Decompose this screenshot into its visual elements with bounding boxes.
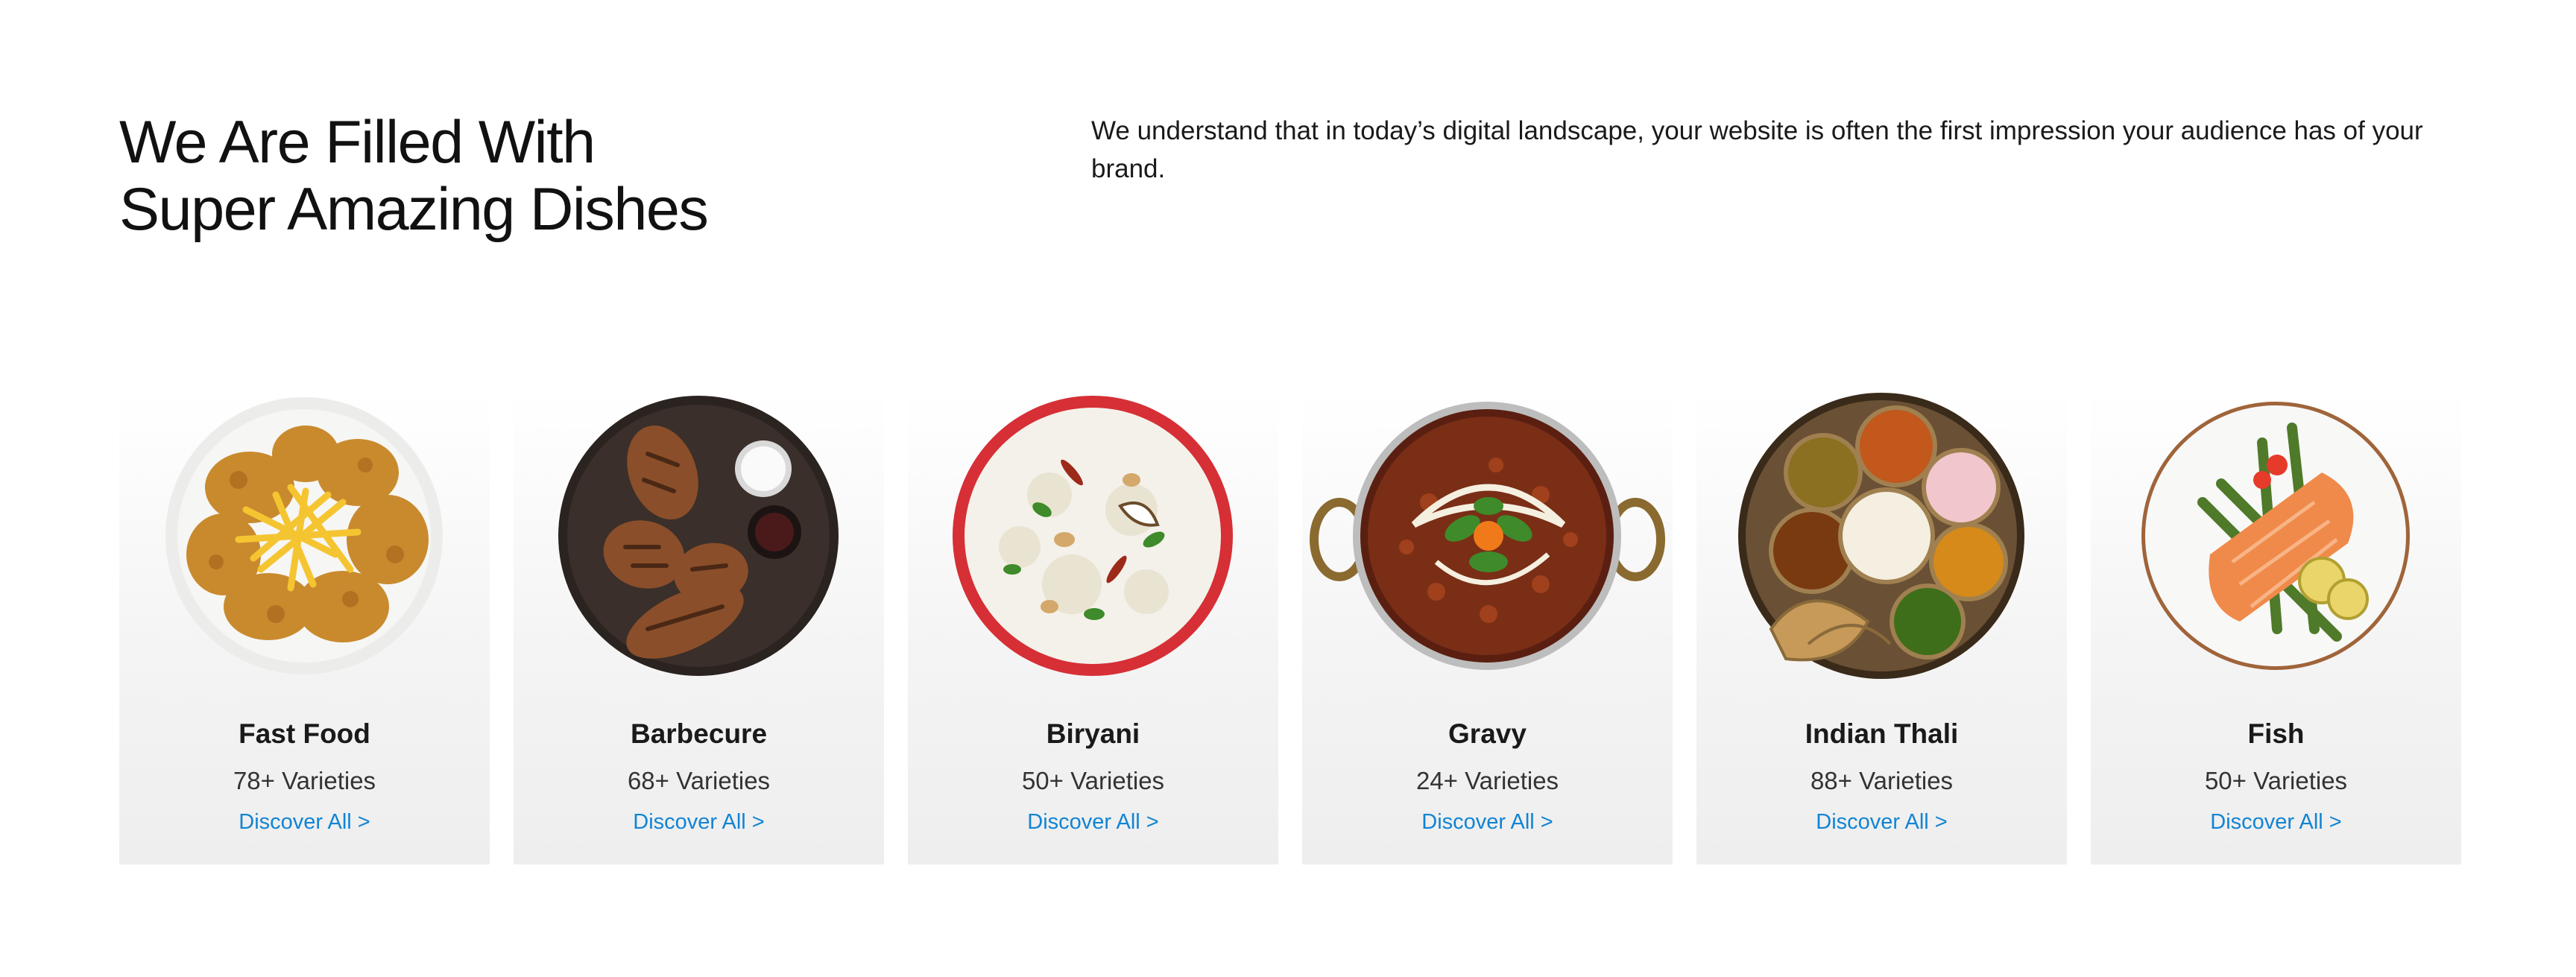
category-card-barbecure[interactable]: Barbecure 68+ Varieties Discover All > <box>514 391 884 864</box>
dishes-section: We Are Filled With Super Amazing Dishes … <box>0 0 2576 977</box>
category-title: Fish <box>2247 718 2305 749</box>
section-intro-text: We understand that in today’s digital la… <box>1091 116 2423 183</box>
category-card-gravy[interactable]: Gravy 24+ Varieties Discover All > <box>1302 391 1673 864</box>
category-card-biryani[interactable]: Biryani 50+ Varieties Discover All > <box>908 391 1278 864</box>
discover-all-link[interactable]: Discover All > <box>2091 810 2461 835</box>
category-card-indian-thali[interactable]: Indian Thali 88+ Varieties Discover All … <box>1696 391 2067 864</box>
heading-line-1: We Are Filled With <box>119 109 596 176</box>
category-variety-count: 78+ Varieties <box>233 767 376 794</box>
section-heading: We Are Filled With Super Amazing Dishes <box>119 109 709 243</box>
salmon-asparagus-plate-icon <box>2141 402 2410 670</box>
category-title: Biryani <box>1046 718 1140 749</box>
grilled-chicken-wings-plate-icon <box>558 396 839 676</box>
category-title: Gravy <box>1448 718 1527 749</box>
category-title: Indian Thali <box>1805 718 1959 749</box>
category-variety-count: 24+ Varieties <box>1415 767 1559 794</box>
category-variety-count: 50+ Varieties <box>1021 767 1165 794</box>
discover-all-link[interactable]: Discover All > <box>514 810 884 835</box>
fried-chicken-fries-plate-icon <box>165 397 443 674</box>
category-title: Barbecure <box>630 718 768 749</box>
category-variety-count: 68+ Varieties <box>627 767 771 794</box>
category-variety-count: 88+ Varieties <box>1810 767 1954 794</box>
discover-all-link[interactable]: Discover All > <box>1696 810 2067 835</box>
category-card-fast-food[interactable]: Fast Food 78+ Varieties Discover All > <box>119 391 490 864</box>
discover-all-link[interactable]: Discover All > <box>908 810 1278 835</box>
discover-all-link[interactable]: Discover All > <box>119 810 490 835</box>
curry-kadai-icon <box>1310 402 1665 670</box>
thali-platter-icon <box>1738 393 2024 679</box>
category-card-fish[interactable]: Fish 50+ Varieties Discover All > <box>2091 391 2461 864</box>
heading-line-2: Super Amazing Dishes <box>119 176 709 243</box>
rice-bowl-icon <box>953 396 1233 676</box>
discover-all-link[interactable]: Discover All > <box>1302 810 1673 835</box>
category-variety-count: 50+ Varieties <box>2204 767 2348 794</box>
category-title: Fast Food <box>239 718 370 749</box>
category-card-list: Fast Food 78+ Varieties Discover All > B… <box>119 391 2461 864</box>
